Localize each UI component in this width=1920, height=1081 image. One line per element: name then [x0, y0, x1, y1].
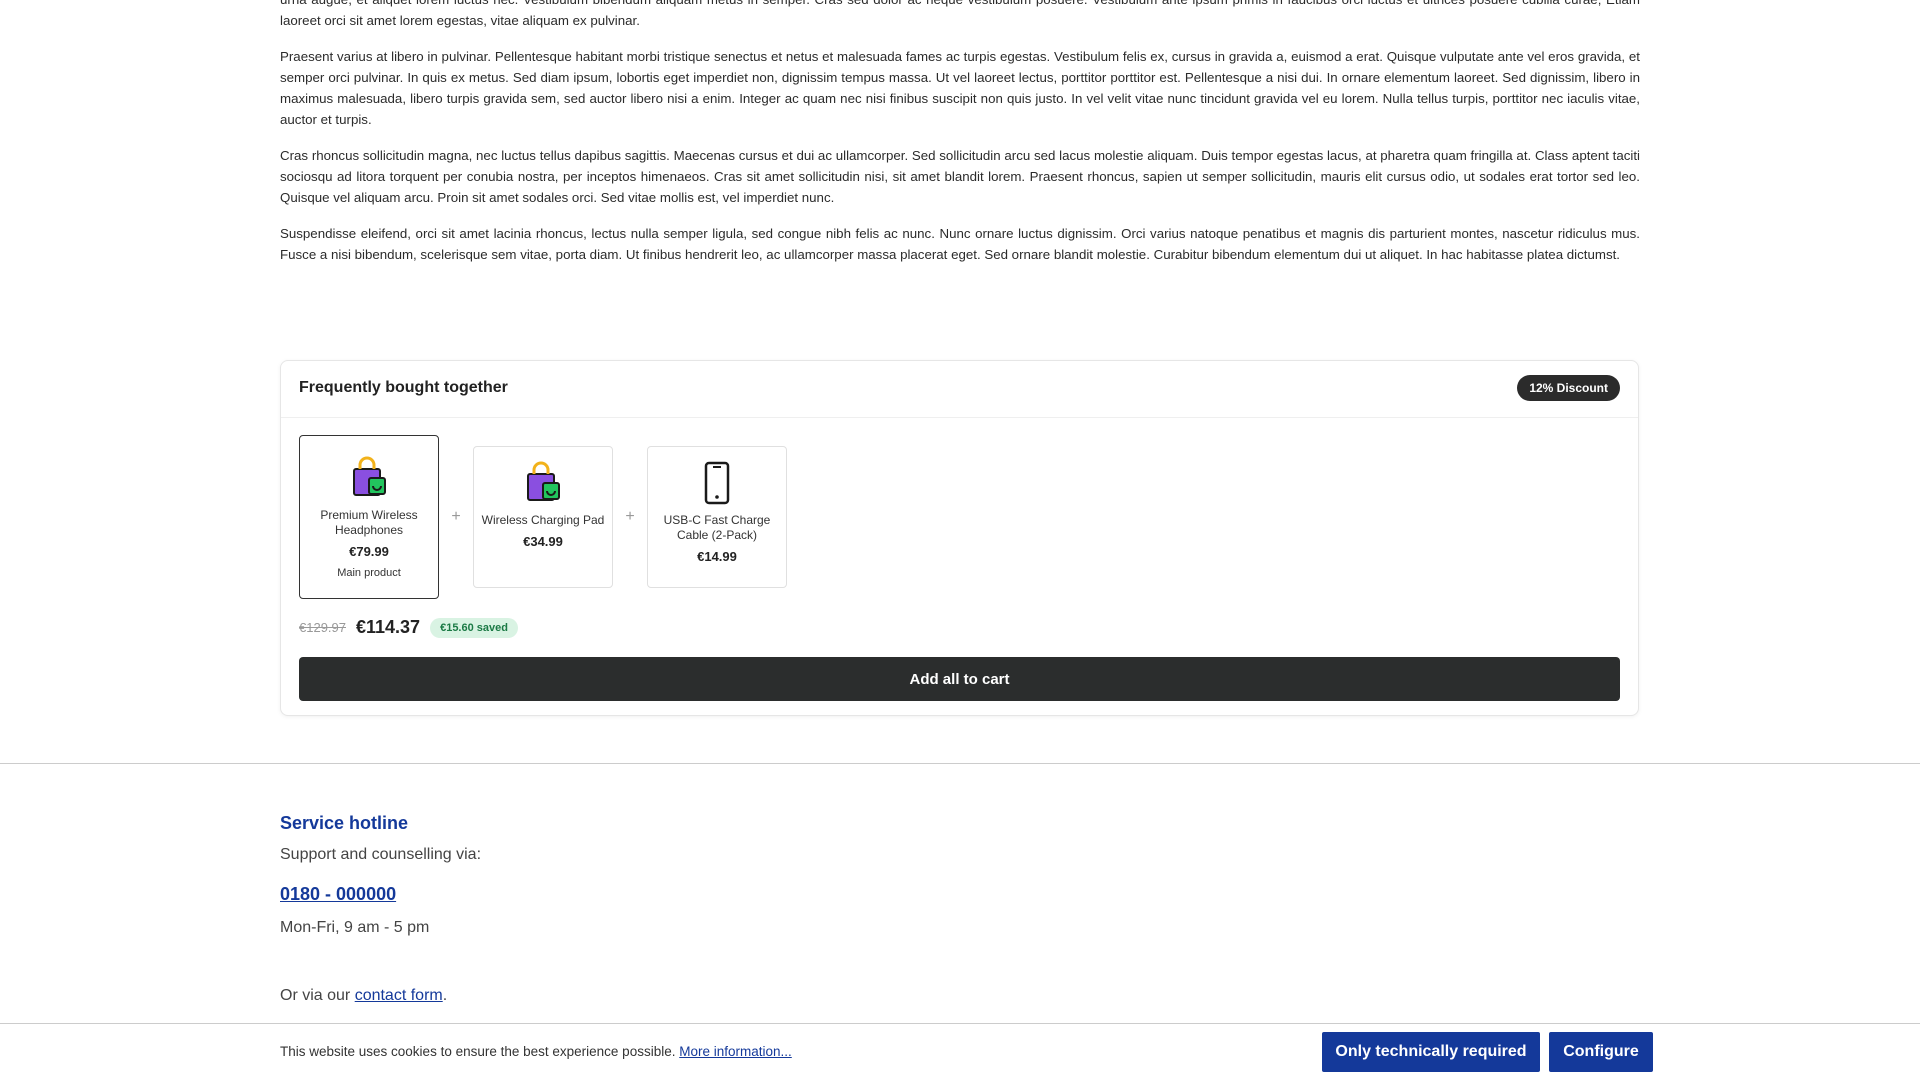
bundle-header: Frequently bought together 12% Discount — [281, 361, 1638, 418]
service-contact: Or via our contact form. — [280, 987, 481, 1005]
item-price: €34.99 — [523, 534, 563, 549]
cookie-message: This website uses cookies to ensure the … — [280, 1044, 792, 1059]
article-paragraph: Cras rhoncus sollicitudin magna, nec luc… — [280, 148, 1640, 205]
bundle-price-row: €129.97 €114.37 €15.60 saved — [299, 617, 518, 638]
article-text: urna augue, et aliquet lorem luctus nec.… — [280, 0, 1640, 280]
article-paragraph: urna augue, et aliquet lorem luctus nec.… — [280, 0, 1640, 28]
service-title: Service hotline — [280, 813, 409, 833]
shopping-bag-icon — [527, 461, 560, 501]
bundle-item-main[interactable]: Premium Wireless Headphones €79.99 Main … — [299, 435, 439, 599]
footer-divider — [0, 763, 1920, 764]
configure-button[interactable]: Configure — [1549, 1032, 1653, 1072]
bundle-title: Frequently bought together — [299, 379, 508, 396]
contact-prefix: Or via our — [280, 987, 355, 1004]
contact-suffix: . — [442, 987, 448, 1004]
article-paragraph: Suspendisse eleifend, orci sit amet laci… — [280, 226, 1640, 262]
service-subtitle: Support and counselling via: — [280, 846, 482, 863]
more-information-link[interactable]: More information... — [679, 1044, 792, 1059]
item-price: €79.99 — [349, 544, 389, 559]
add-all-to-cart-button[interactable]: Add all to cart — [299, 657, 1620, 701]
cookie-bar: This website uses cookies to ensure the … — [0, 1023, 1920, 1081]
plus-icon: + — [451, 508, 461, 525]
original-price: €129.97 — [299, 620, 346, 635]
main-product-label: Main product — [337, 567, 401, 579]
bundle-item[interactable]: USB-C Fast Charge Cable (2-Pack) €14.99 — [647, 446, 787, 588]
item-name: USB-C Fast Charge Cable (2-Pack) — [663, 513, 771, 542]
bundle-items: Premium Wireless Headphones €79.99 Main … — [299, 435, 787, 599]
discount-badge: 12% Discount — [1517, 375, 1620, 401]
bundle-price: €114.37 — [356, 617, 421, 637]
article-paragraph: Praesent varius at libero in pulvinar. P… — [280, 49, 1640, 127]
item-name: Wireless Charging Pad — [481, 513, 605, 527]
bundle-item[interactable]: Wireless Charging Pad €34.99 — [473, 446, 613, 588]
only-technically-required-button[interactable]: Only technically required — [1322, 1032, 1540, 1072]
plus-icon: + — [625, 508, 635, 525]
item-price: €14.99 — [697, 549, 737, 564]
savings-badge: €15.60 saved — [430, 617, 518, 638]
contact-form-link[interactable]: contact form — [355, 987, 443, 1004]
smartphone-icon — [704, 461, 730, 505]
cookie-text: This website uses cookies to ensure the … — [280, 1044, 680, 1059]
frequently-bought-together: Frequently bought together 12% Discount … — [280, 360, 1639, 716]
service-hours: Mon-Fri, 9 am - 5 pm — [280, 919, 430, 936]
shopping-bag-icon — [353, 456, 386, 496]
service-hotline: Service hotline Support and counselling … — [280, 813, 481, 1005]
item-name: Premium Wireless Headphones — [320, 508, 418, 537]
phone-link[interactable]: 0180 - 000000 — [280, 884, 396, 905]
